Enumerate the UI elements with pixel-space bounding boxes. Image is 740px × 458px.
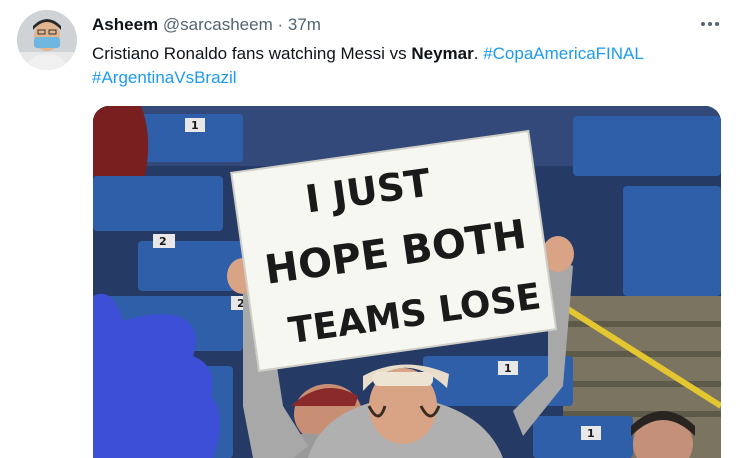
hashtag-link[interactable]: #CopaAmericaFINAL <box>483 44 644 63</box>
tweet-text: Cristiano Ronaldo fans watching Messi vs… <box>92 42 722 90</box>
author-name[interactable]: Asheem <box>92 15 158 34</box>
timestamp[interactable]: 37m <box>288 15 321 34</box>
tweet-text-bold: Neymar <box>411 44 474 63</box>
tweet-text-part: . <box>473 44 484 63</box>
seat-number: 1 <box>587 427 595 440</box>
tweet-text-part: Cristiano Ronaldo fans watching Messi vs <box>92 44 412 63</box>
tweet-card[interactable]: Asheem @sarcasheem · 37m Cristiano Ronal… <box>0 0 740 458</box>
avatar[interactable] <box>17 10 77 70</box>
tweet-header: Asheem @sarcasheem · 37m <box>92 15 321 35</box>
tweet-media-image[interactable]: 1 2 1 2 1 I JUST HOPE BOTH TEAMS LOSE <box>93 106 721 458</box>
avatar-image <box>17 10 77 70</box>
seat-number: 2 <box>159 235 167 248</box>
seat-number: 1 <box>504 362 512 375</box>
hashtag-link[interactable]: #ArgentinaVsBrazil <box>92 68 237 87</box>
photo-illustration: 1 2 1 2 1 I JUST HOPE BOTH TEAMS LOSE <box>93 106 721 458</box>
seat-number: 1 <box>191 119 199 132</box>
author-handle[interactable]: @sarcasheem <box>163 15 273 34</box>
more-options-icon[interactable] <box>698 12 722 36</box>
separator: · <box>277 15 284 34</box>
